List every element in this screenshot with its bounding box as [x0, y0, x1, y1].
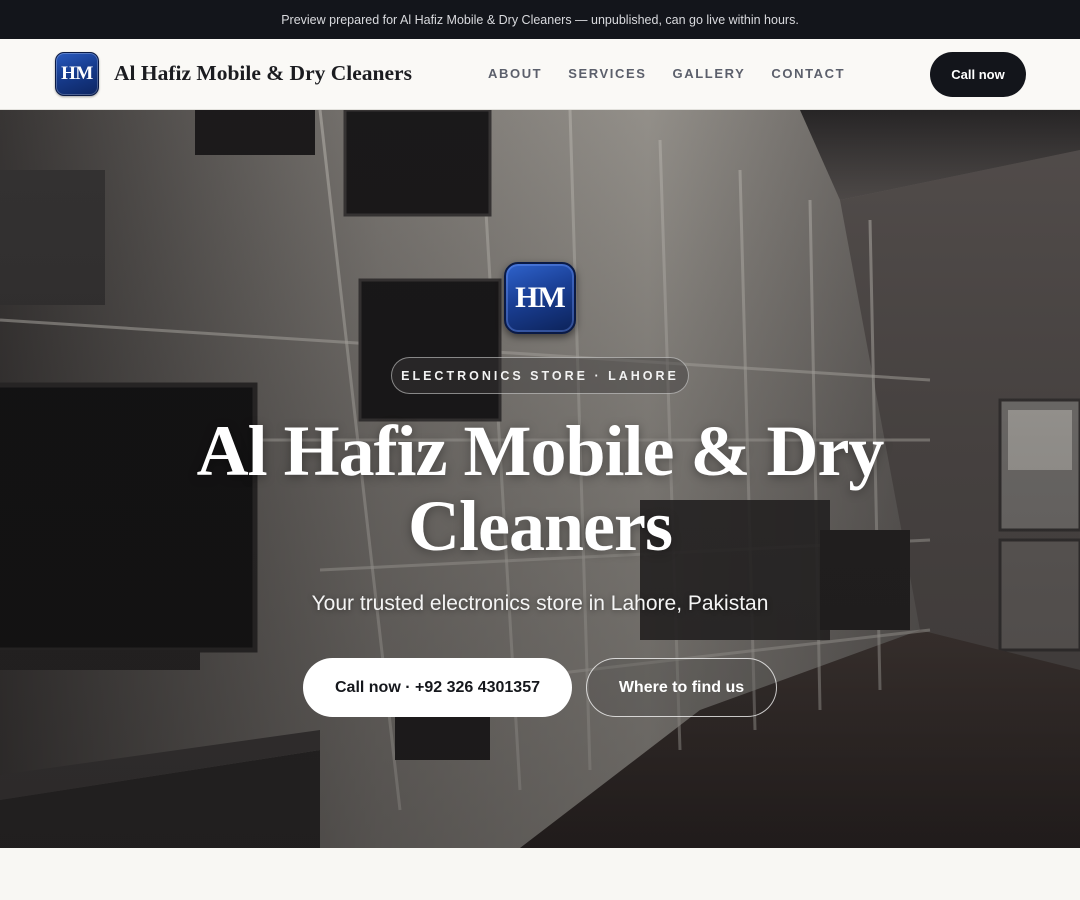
nav-link-about[interactable]: ABOUT	[488, 66, 542, 81]
preview-banner: Preview prepared for Al Hafiz Mobile & D…	[0, 0, 1080, 39]
category-badge: ELECTRONICS STORE · LAHORE	[391, 357, 689, 394]
next-section	[0, 848, 1080, 900]
hero-subtitle: Your trusted electronics store in Lahore…	[311, 592, 769, 615]
call-now-button[interactable]: Call now	[930, 52, 1026, 97]
nav-link-gallery[interactable]: GALLERY	[673, 66, 746, 81]
site-header: HM Al Hafiz Mobile & Dry Cleaners ABOUT …	[0, 39, 1080, 110]
hero-title: Al Hafiz Mobile & Dry Cleaners	[196, 411, 885, 566]
nav-link-contact[interactable]: CONTACT	[771, 66, 845, 81]
brand-name[interactable]: Al Hafiz Mobile & Dry Cleaners	[114, 61, 412, 86]
find-us-button[interactable]: Where to find us	[586, 658, 777, 717]
brand-logo[interactable]: HM	[55, 52, 99, 96]
hero-logo: HM	[504, 262, 576, 334]
hero-section: HM ELECTRONICS STORE · LAHORE Al Hafiz M…	[0, 110, 1080, 848]
nav-link-services[interactable]: SERVICES	[568, 66, 646, 81]
main-nav: ABOUT SERVICES GALLERY CONTACT	[488, 66, 871, 81]
preview-banner-text: Preview prepared for Al Hafiz Mobile & D…	[281, 12, 799, 27]
call-phone-button[interactable]: Call now · +92 326 4301357	[303, 658, 572, 717]
